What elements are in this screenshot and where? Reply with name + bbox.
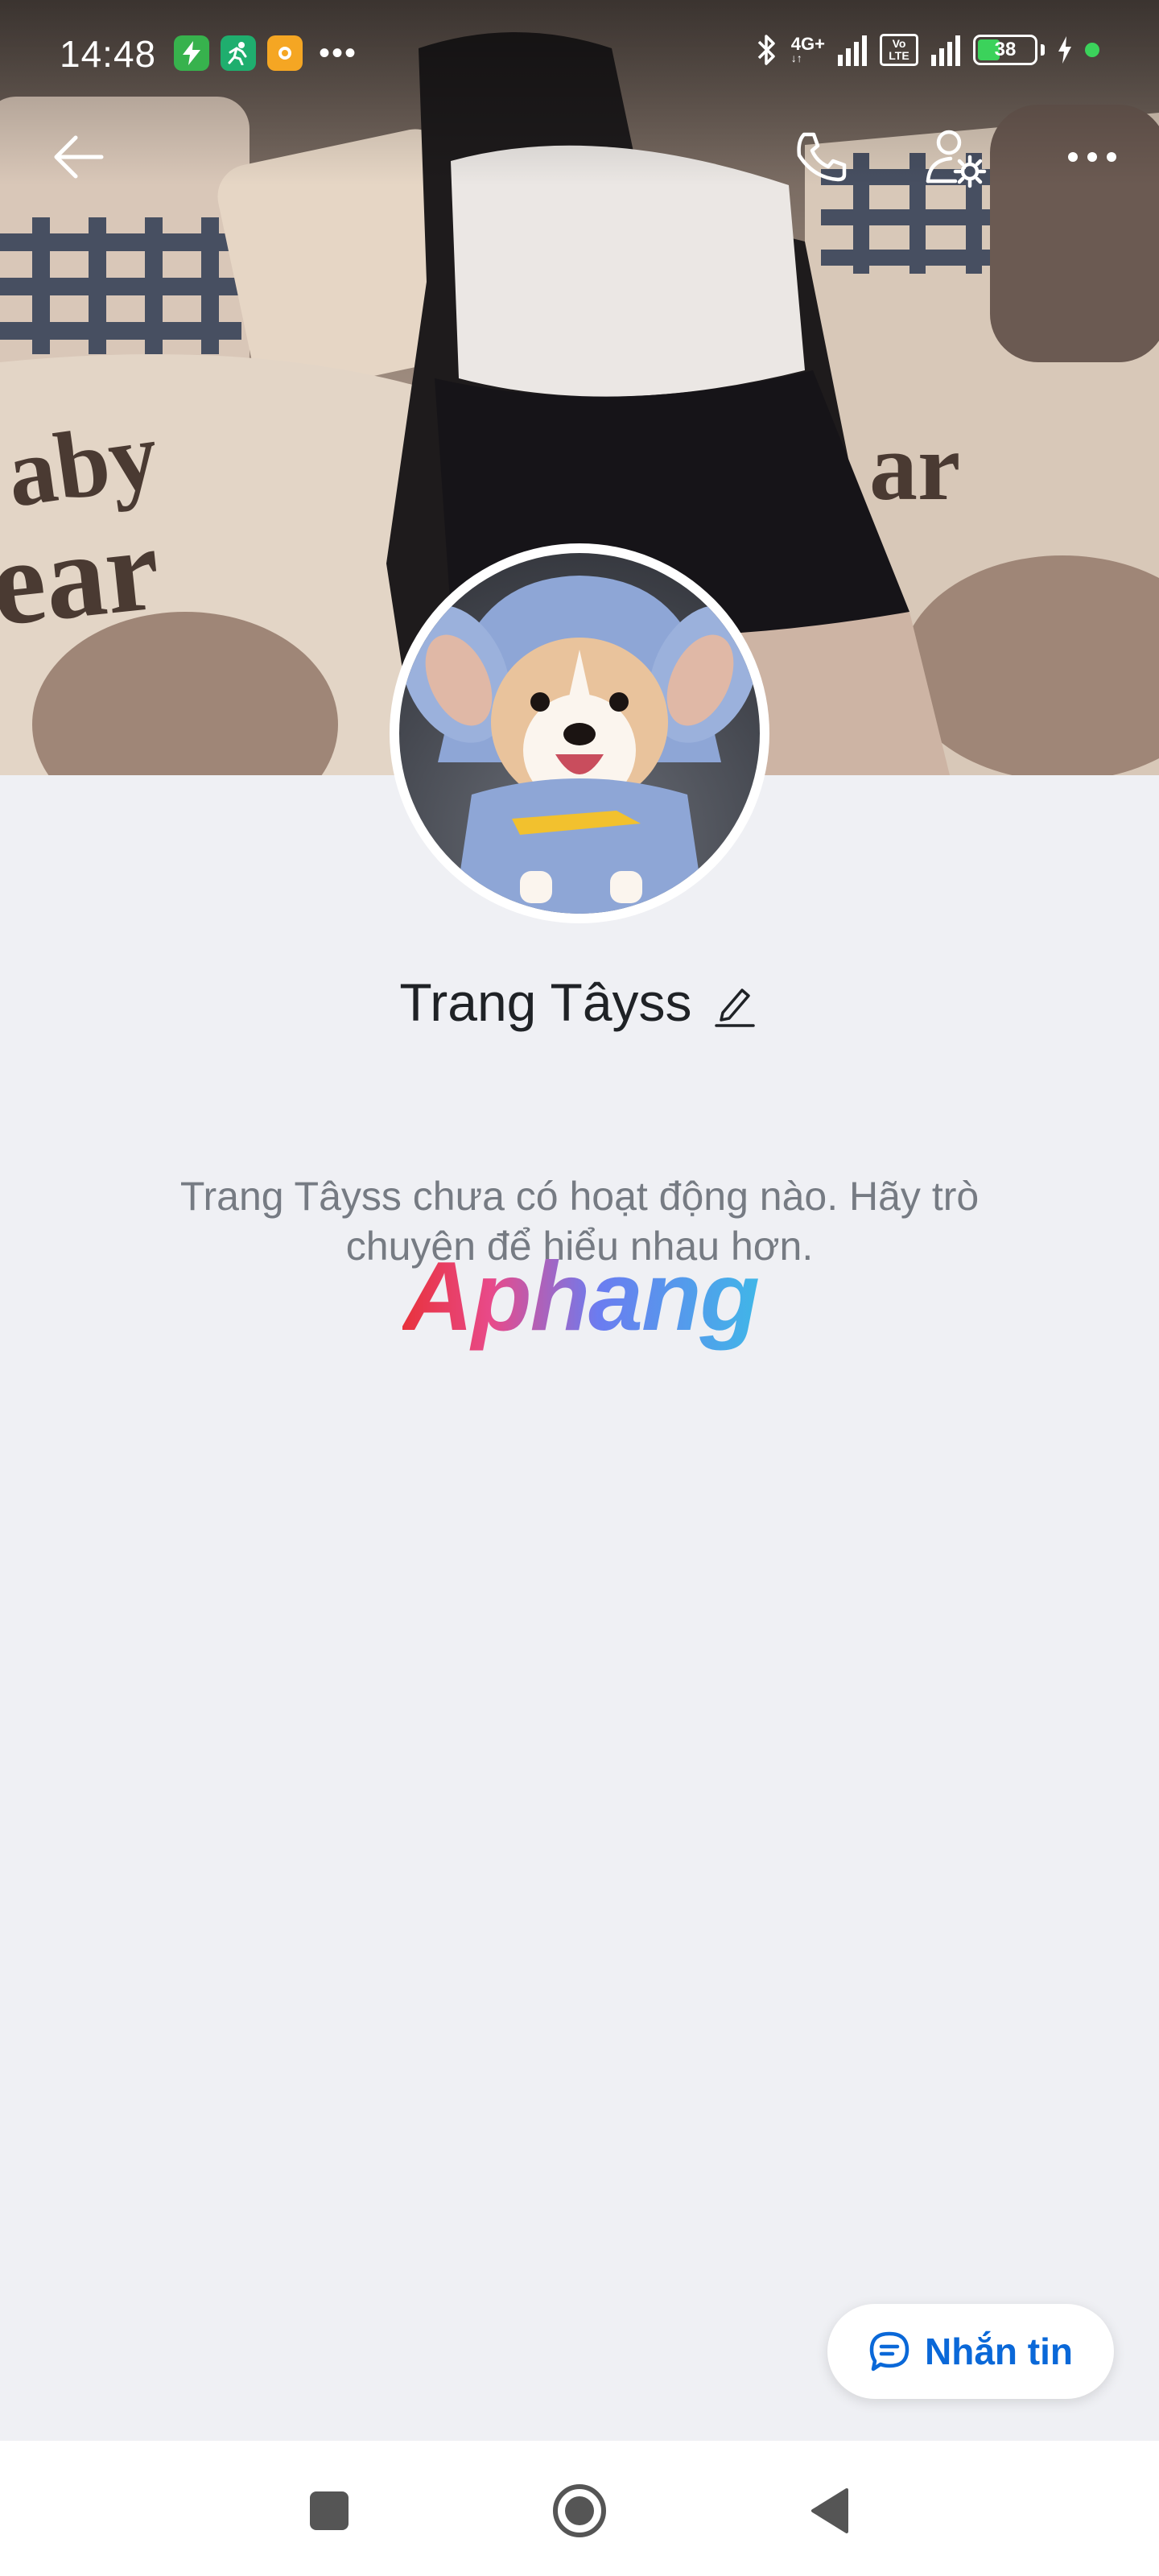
status-bar: 14:48 ••• 4G+ ↓↑ Vo LTE 38 bbox=[0, 0, 1159, 105]
battery-level: 38 bbox=[994, 39, 1017, 60]
signal-strength-icon bbox=[838, 34, 867, 66]
more-dots-icon bbox=[1068, 152, 1116, 162]
edit-name-button[interactable] bbox=[714, 977, 760, 1027]
nav-back-button[interactable] bbox=[801, 2483, 857, 2539]
privacy-dot-icon bbox=[1085, 43, 1099, 57]
back-arrow-icon bbox=[54, 135, 104, 179]
status-time: 14:48 bbox=[60, 33, 157, 75]
send-message-label: Nhắn tin bbox=[925, 2330, 1073, 2372]
more-options-button[interactable] bbox=[1056, 121, 1128, 193]
status-app-icons: ••• bbox=[174, 35, 357, 71]
back-button[interactable] bbox=[42, 121, 114, 193]
avatar[interactable] bbox=[390, 543, 769, 923]
network-type-label: 4G+ bbox=[790, 34, 825, 54]
recents-button[interactable] bbox=[301, 2483, 357, 2539]
battery-tip bbox=[1041, 44, 1045, 56]
profile-settings-button[interactable] bbox=[919, 121, 992, 193]
volte-badge: Vo LTE bbox=[880, 34, 918, 66]
home-button[interactable] bbox=[551, 2483, 608, 2539]
watermark-logo: Aphang bbox=[402, 1241, 760, 1351]
phone-icon bbox=[797, 132, 847, 182]
profile-name-row: Trang Tâyss bbox=[0, 962, 1159, 1042]
sun-app-icon bbox=[267, 35, 303, 71]
profile-page: aby ear ar 14:48 ••• 4G+ ↓↑ Vo LTE 38 Tr… bbox=[0, 0, 1159, 2576]
avatar-image bbox=[399, 553, 760, 914]
charging-app-icon bbox=[174, 35, 209, 71]
svg-text:ar: ar bbox=[869, 413, 960, 520]
status-system-icons: 4G+ ↓↑ Vo LTE 38 bbox=[754, 32, 1099, 68]
call-button[interactable] bbox=[786, 121, 858, 193]
pencil-icon bbox=[714, 989, 755, 1027]
signal-strength-2-icon bbox=[931, 34, 960, 66]
avatar-dog-illustration bbox=[401, 576, 758, 914]
system-navigation-bar bbox=[0, 2441, 1159, 2576]
profile-name: Trang Tâyss bbox=[399, 972, 692, 1032]
network-indicator: 4G+ ↓↑ bbox=[790, 34, 825, 64]
charging-bolt-icon bbox=[1058, 36, 1071, 64]
triangle-back-icon bbox=[811, 2488, 848, 2533]
more-notifications-icon: ••• bbox=[319, 35, 358, 71]
battery-icon: 38 bbox=[973, 35, 1037, 65]
send-message-button[interactable]: Nhắn tin bbox=[827, 2304, 1114, 2399]
square-icon bbox=[310, 2491, 349, 2530]
data-arrows-icon: ↓↑ bbox=[790, 52, 802, 64]
home-circle-icon bbox=[553, 2484, 606, 2537]
fitness-app-icon bbox=[221, 35, 256, 71]
user-settings-icon bbox=[926, 130, 987, 188]
chat-bubble-icon bbox=[869, 2331, 909, 2372]
bluetooth-icon bbox=[757, 35, 775, 65]
